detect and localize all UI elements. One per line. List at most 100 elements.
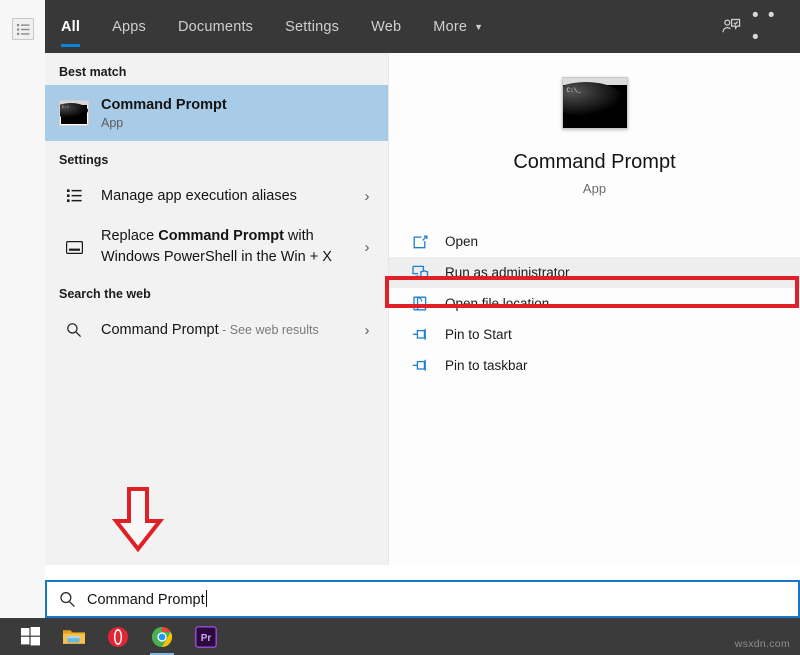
list-menu-glyph [17, 24, 30, 35]
action-pin-to-taskbar[interactable]: Pin to taskbar [389, 350, 800, 381]
chevron-right-icon[interactable]: › [356, 322, 378, 339]
premiere-pro[interactable]: Pr [184, 618, 228, 655]
action-open[interactable]: Open [389, 226, 800, 257]
chrome-browser[interactable] [140, 618, 184, 655]
search-input[interactable]: Command Prompt [45, 580, 800, 618]
shield-admin-glyph [412, 265, 429, 280]
tab-all[interactable]: All [45, 0, 96, 53]
search-glyph [59, 591, 76, 608]
feedback-person-icon[interactable] [714, 10, 748, 44]
down-arrow-annotation [110, 487, 166, 553]
command-prompt-tile: C:\ [59, 100, 89, 126]
tab-documents[interactable]: Documents [162, 0, 269, 53]
search-icon [47, 591, 87, 608]
replace-part-3: with [284, 228, 314, 244]
tab-web-label: Web [371, 19, 401, 35]
result-best-match-command-prompt[interactable]: C:\ Command Prompt App [45, 85, 388, 141]
pin-glyph [412, 328, 429, 341]
web-search-title: Command Prompt - See web results [101, 321, 356, 339]
web-search-suffix: - See web results [219, 323, 319, 337]
windows-logo-icon [21, 627, 40, 646]
opera-icon [107, 626, 129, 648]
replace-text: Replace Command Prompt with Windows Powe… [101, 226, 356, 268]
taskbar-items: Pr [0, 618, 800, 655]
action-pin-to-start[interactable]: Pin to Start [389, 319, 800, 350]
results-pane: Best match C:\ Command Prompt App Settin… [45, 53, 389, 565]
replace-part-2: Command Prompt [158, 228, 284, 244]
text-caret [206, 590, 207, 607]
premiere-pro-icon: Pr [195, 626, 217, 648]
start-button[interactable] [8, 618, 52, 655]
tab-all-label: All [61, 19, 80, 35]
best-match-subtitle: App [101, 116, 378, 130]
tab-settings-label: Settings [285, 19, 339, 35]
feedback-glyph [722, 18, 741, 36]
replace-part-1: Replace [101, 228, 158, 244]
action-open-label: Open [445, 234, 478, 249]
search-icon [59, 322, 89, 338]
web-search-text: Command Prompt - See web results [101, 321, 356, 339]
ellipsis-icon[interactable]: • • • [752, 10, 786, 44]
action-list: Open Run as administrator [389, 226, 800, 381]
chevron-down-icon: ▼ [474, 23, 483, 32]
tab-active-underline [61, 44, 80, 47]
best-match-title: Command Prompt [101, 96, 378, 114]
aliases-title: Manage app execution aliases [101, 187, 356, 205]
command-prompt-icon: C:\_ [562, 77, 628, 129]
tab-settings[interactable]: Settings [269, 0, 355, 53]
tab-web[interactable]: Web [355, 0, 417, 53]
tab-apps-label: Apps [112, 19, 146, 35]
shield-admin-icon [407, 265, 433, 280]
premiere-pro-label: Pr [201, 633, 212, 644]
action-pin-to-taskbar-label: Pin to taskbar [445, 358, 528, 373]
search-tabbar: All Apps Documents Settings Web More ▼ [45, 0, 800, 53]
tab-documents-label: Documents [178, 19, 253, 35]
search-glyph [66, 322, 82, 338]
app-type: App [389, 181, 800, 196]
search-input-value: Command Prompt [87, 592, 205, 608]
chrome-icon [151, 626, 173, 648]
group-title-search-the-web: Search the web [45, 275, 388, 307]
window-replace-icon [59, 241, 89, 254]
action-pin-to-start-label: Pin to Start [445, 327, 512, 342]
pin-icon [407, 328, 433, 341]
file-explorer[interactable] [52, 618, 96, 655]
list-aliases-glyph [67, 189, 82, 203]
left-rail [0, 0, 45, 618]
folder-location-icon [407, 296, 433, 311]
list-aliases-icon [59, 189, 89, 203]
action-open-file-location-label: Open file location [445, 296, 549, 311]
ellipsis-glyph: • • • [752, 5, 786, 49]
cmd-prompt-text: C:\_ [567, 87, 581, 94]
action-run-as-administrator[interactable]: Run as administrator [389, 257, 800, 288]
search-input-value-wrap: Command Prompt [87, 590, 207, 608]
opera-browser[interactable] [96, 618, 140, 655]
chevron-right-icon[interactable]: › [356, 188, 378, 205]
tab-more[interactable]: More ▼ [417, 0, 499, 53]
watermark: wsxdn.com [735, 638, 790, 650]
open-icon [407, 235, 433, 249]
down-arrow-glyph [110, 487, 166, 553]
open-glyph [413, 235, 428, 249]
result-web-search[interactable]: Command Prompt - See web results › [45, 307, 388, 353]
action-open-file-location[interactable]: Open file location [389, 288, 800, 319]
app-title: Command Prompt [389, 151, 800, 174]
pin-glyph [412, 359, 429, 372]
window-replace-glyph [66, 241, 83, 254]
group-title-settings: Settings [45, 141, 388, 173]
replace-title-line2: Windows PowerShell in the Win + X [101, 247, 356, 268]
result-manage-app-execution-aliases[interactable]: Manage app execution aliases › [45, 173, 388, 219]
detail-pane: C:\_ Command Prompt App Open [389, 53, 800, 565]
cmd-prompt-text: C:\ [62, 106, 69, 110]
chevron-right-icon[interactable]: › [356, 239, 378, 256]
result-replace-command-prompt[interactable]: Replace Command Prompt with Windows Powe… [45, 219, 388, 275]
group-title-best-match: Best match [45, 53, 388, 85]
replace-title-line1: Replace Command Prompt with [101, 226, 356, 247]
tab-apps[interactable]: Apps [96, 0, 162, 53]
file-explorer-icon [62, 627, 86, 647]
list-menu-icon[interactable] [12, 18, 34, 40]
best-match-text: Command Prompt App [101, 96, 378, 130]
aliases-text: Manage app execution aliases [101, 187, 356, 205]
taskbar: Pr [0, 618, 800, 655]
tab-more-label: More [433, 19, 467, 35]
